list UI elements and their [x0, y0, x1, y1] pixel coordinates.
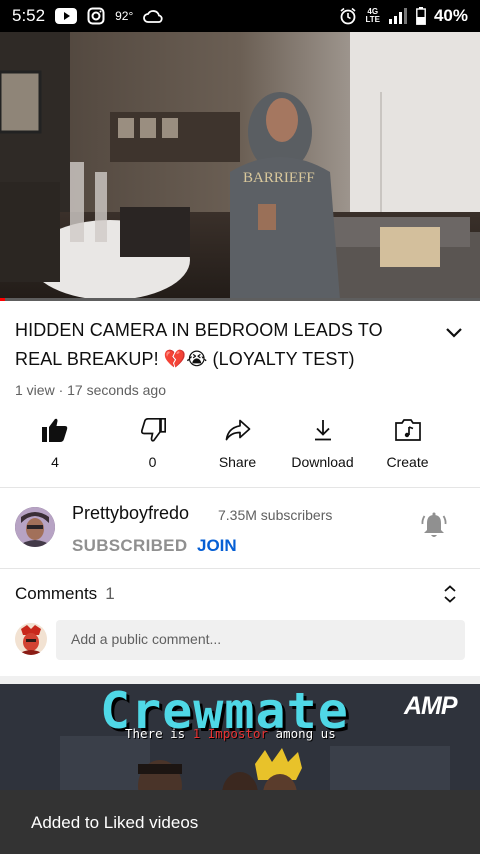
action-bar: 4 0 Share Download Create Sa [0, 413, 480, 478]
comments-header[interactable]: Comments 1 [15, 584, 115, 604]
chevron-down-icon[interactable] [443, 322, 465, 344]
alarm-icon [339, 7, 357, 25]
divider [0, 568, 480, 569]
video-title: HIDDEN CAMERA IN BEDROOM LEADS TO REAL B… [15, 320, 383, 369]
dislike-count: 0 [148, 454, 157, 470]
dislike-button[interactable]: 0 [110, 413, 195, 478]
comments-count: 1 [105, 584, 115, 603]
battery-icon [416, 7, 426, 25]
channel-name[interactable]: Prettyboyfredo [72, 503, 189, 524]
snackbar-message: Added to Liked videos [31, 813, 199, 832]
network-type: 4G LTE [365, 7, 380, 24]
download-label: Download [291, 454, 354, 470]
create-label: Create [386, 454, 429, 470]
video-progress-bar[interactable] [0, 298, 480, 301]
comments-label: Comments [15, 584, 98, 603]
notification-bell-icon[interactable] [421, 512, 447, 545]
share-arrow-icon [225, 413, 251, 447]
video-frame: BARRIEFF [0, 32, 480, 300]
video-title-row[interactable]: HIDDEN CAMERA IN BEDROOM LEADS TO REAL B… [15, 316, 465, 374]
subscribed-button[interactable]: SUBSCRIBED [72, 536, 187, 556]
join-button[interactable]: JOIN [197, 536, 237, 556]
thumbs-down-icon [140, 413, 166, 447]
temperature: 92° [115, 9, 134, 23]
youtube-notification-icon [55, 8, 78, 24]
svg-text:BARRIEFF: BARRIEFF [243, 170, 315, 186]
channel-row: Prettyboyfredo 7.35M subscribers SUBSCRI… [0, 500, 480, 568]
download-icon [313, 413, 333, 447]
expand-comments-icon[interactable] [441, 584, 459, 609]
download-button[interactable]: Download [280, 413, 365, 478]
amp-logo: AMP [404, 692, 458, 720]
channel-avatar[interactable] [15, 507, 55, 547]
video-meta: 1 view · 17 seconds ago [15, 382, 166, 398]
thumbnail-subtitle: There is 1 Impostor among us [125, 726, 336, 741]
user-avatar [15, 623, 47, 655]
instagram-notification-icon [87, 7, 105, 25]
create-icon [394, 413, 422, 447]
video-player[interactable]: BARRIEFF [0, 32, 480, 300]
divider [0, 487, 480, 488]
like-count: 4 [51, 454, 59, 470]
signal-icon [388, 8, 408, 24]
battery-percent: 40% [433, 6, 468, 25]
subscriber-count: 7.35M subscribers [218, 507, 333, 523]
save-button[interactable]: Sa [450, 413, 480, 478]
video-progress-fill [0, 298, 5, 301]
share-label: Share [218, 454, 257, 470]
share-button[interactable]: Share [195, 413, 280, 478]
snackbar: Added to Liked videos [0, 790, 480, 854]
status-bar: 5:52 92° 4G LTE 40% [0, 0, 480, 32]
weather-cloud-icon [143, 8, 163, 24]
comment-input[interactable]: Add a public comment... [56, 620, 465, 660]
thumbs-up-filled-icon [42, 413, 68, 447]
like-button[interactable]: 4 [0, 413, 110, 478]
create-button[interactable]: Create [365, 413, 450, 478]
clock: 5:52 [12, 6, 46, 25]
